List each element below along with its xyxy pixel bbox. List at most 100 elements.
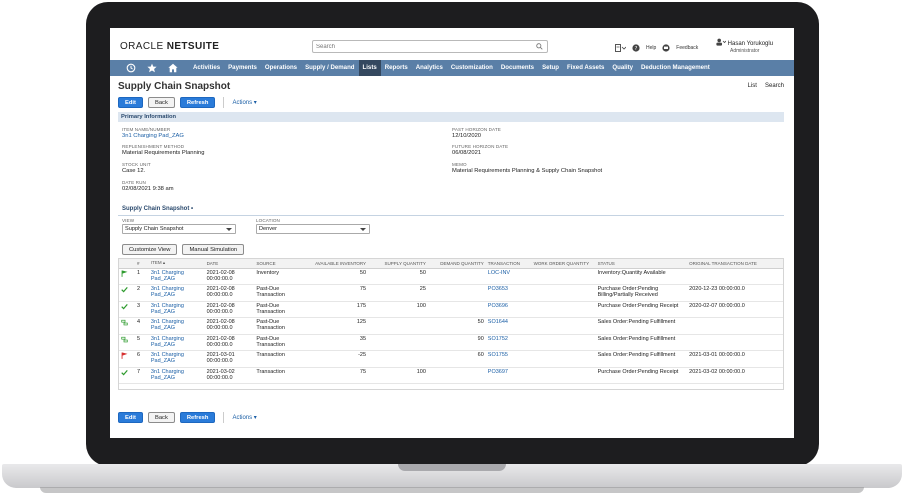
nav-supply-demand[interactable]: Supply / Demand (301, 60, 358, 76)
col-header-original-transaction-date[interactable]: ORIGINAL TRANSACTION DATE (687, 259, 783, 269)
status-cell: Purchase Order:Pending Receipt (595, 367, 688, 384)
future-horizon-label: FUTURE HORIZON DATE (452, 144, 509, 149)
supply-quantity-cell: 100 (368, 301, 428, 318)
list-link[interactable]: List (748, 83, 757, 89)
row-number: 3 (134, 301, 149, 318)
table-row[interactable]: 2 3n1 Charging Pad_ZAG 2021-02-08 00:00:00… (119, 284, 783, 302)
future-horizon-field: FUTURE HORIZON DATE 06/08/2021 (452, 144, 508, 157)
col-header-supply-quantity[interactable]: SUPPLY QUANTITY (368, 259, 428, 269)
nav-operations[interactable]: Operations (261, 60, 301, 76)
primary-information-header[interactable]: Primary Information (118, 112, 784, 122)
table-row[interactable]: 1 3n1 Charging Pad_ZAG 2021-02-08 00:00:00… (119, 268, 783, 285)
table-row[interactable]: 7 3n1 Charging Pad_ZAG 2021-03-02 00:00:00… (119, 367, 783, 384)
table-row[interactable]: 5 3n1 Charging Pad_ZAG 2021-02-08 00:00:00… (119, 334, 783, 351)
back-button-bottom[interactable]: Back (147, 411, 175, 423)
manual-simulation-button[interactable]: Manual Simulation (182, 243, 245, 255)
past-horizon-value: 12/10/2020 (452, 133, 482, 139)
refresh-button[interactable]: Refresh (179, 96, 216, 108)
check-icon (121, 303, 128, 309)
user-menu[interactable]: Hasan Yorukoglu Administrator (716, 38, 773, 54)
user-name: Hasan Yorukoglu (716, 38, 773, 47)
help-icon[interactable]: ? (632, 44, 640, 52)
item-link[interactable]: 3n1 Charging Pad_ZAG (148, 350, 205, 368)
search-input[interactable] (313, 41, 528, 52)
nav-deduction-management[interactable]: Deduction Management (637, 60, 714, 76)
col-header-item[interactable]: ITEM ▴ (148, 259, 205, 269)
col-header-transaction[interactable]: TRANSACTION (485, 259, 532, 269)
source-cell: Transaction (254, 350, 309, 368)
source-cell: Past-Due Transaction (254, 284, 309, 302)
nav-customization[interactable]: Customization (447, 60, 497, 76)
item-link[interactable]: 3n1 Charging Pad_ZAG (148, 317, 205, 335)
demand-quantity-cell: 90 (427, 334, 486, 351)
snapshot-grid: # ITEM ▴ DATE SOURCE AVAILABLE INVENTORY… (118, 258, 784, 390)
back-button[interactable]: Back (147, 96, 175, 108)
global-search[interactable] (312, 40, 548, 53)
table-row[interactable]: 6 3n1 Charging Pad_ZAG 2021-03-01 00:00:00… (119, 350, 783, 368)
table-row[interactable]: 4 3n1 Charging Pad_ZAG 2021-02-08 00:00:00… (119, 317, 783, 335)
search-link[interactable]: Search (765, 83, 784, 89)
available-inventory-cell: 75 (308, 284, 369, 302)
actions-menu-bottom[interactable]: Actions ▾ (232, 414, 256, 421)
nav-payments[interactable]: Payments (224, 60, 261, 76)
original-date-cell: 2020-12-23 00:00:00.0 (687, 284, 783, 302)
nav-reports[interactable]: Reports (381, 60, 412, 76)
item-link[interactable]: 3n1 Charging Pad_ZAG (148, 367, 205, 384)
memo-field: MEMO Material Requirements Planning & Su… (452, 162, 602, 175)
replenishment-label: REPLENISHMENT METHOD (122, 144, 185, 149)
netsuite-logo[interactable]: ORACLE NETSUITE (120, 41, 219, 52)
item-name-link[interactable]: 3n1 Charging Pad_ZAG (122, 133, 184, 140)
edit-button[interactable]: Edit (118, 96, 143, 108)
location-select[interactable]: Denver (256, 224, 370, 234)
item-link[interactable]: 3n1 Charging Pad_ZAG (148, 301, 205, 318)
nav-setup[interactable]: Setup (538, 60, 563, 76)
item-link[interactable]: 3n1 Charging Pad_ZAG (148, 334, 205, 351)
actions-menu[interactable]: Actions ▾ (232, 99, 256, 106)
refresh-button-bottom[interactable]: Refresh (179, 411, 216, 423)
col-header-work-order-quantity[interactable]: WORK ORDER QUANTITY (531, 259, 596, 269)
transaction-link[interactable]: PO3696 (485, 301, 532, 318)
nav-documents[interactable]: Documents (497, 60, 538, 76)
transaction-link[interactable]: PO3697 (485, 367, 532, 384)
user-name-text: Hasan Yorukoglu (727, 41, 774, 47)
transaction-link[interactable]: PO3653 (485, 284, 532, 302)
edit-button-bottom[interactable]: Edit (118, 411, 143, 423)
recent-records-icon[interactable] (615, 43, 626, 53)
work-order-quantity-cell (531, 301, 596, 318)
item-link[interactable]: 3n1 Charging Pad_ZAG (148, 268, 205, 285)
transaction-link[interactable]: SO1755 (485, 350, 532, 368)
page-title: Supply Chain Snapshot (118, 81, 231, 92)
col-header-available-inventory[interactable]: AVAILABLE INVENTORY (308, 259, 369, 269)
logo-oracle: ORACLE (120, 41, 164, 52)
recent-clock-icon[interactable] (126, 63, 136, 73)
col-header-demand-quantity[interactable]: DEMAND QUANTITY (427, 259, 486, 269)
nav-lists[interactable]: Lists (358, 60, 381, 76)
search-icon[interactable] (536, 43, 543, 50)
item-link[interactable]: 3n1 Charging Pad_ZAG (148, 284, 205, 302)
col-header-source[interactable]: SOURCE (254, 259, 309, 269)
nav-fixed-assets[interactable]: Fixed Assets (563, 60, 608, 76)
table-row[interactable]: 3 3n1 Charging Pad_ZAG 2021-02-08 00:00:00… (119, 301, 783, 318)
col-header-number[interactable]: # (134, 259, 149, 269)
transaction-link[interactable]: SO1644 (485, 317, 532, 335)
transaction-link[interactable]: SO1752 (485, 334, 532, 351)
customize-view-button[interactable]: Customize View (122, 243, 178, 255)
status-cell: Sales Order:Pending Fulfillment (595, 350, 688, 368)
feedback-link[interactable]: Feedback (676, 45, 698, 51)
favorites-star-icon[interactable] (147, 63, 157, 73)
nav-quality[interactable]: Quality (608, 60, 637, 76)
col-header-status[interactable]: STATUS (595, 259, 688, 269)
home-icon[interactable] (168, 63, 178, 73)
view-select[interactable]: Supply Chain Snapshot (122, 224, 236, 234)
supply-chain-snapshot-tab[interactable]: Supply Chain Snapshot • (118, 206, 784, 216)
status-cell: Inventory:Quantity Available (595, 268, 688, 285)
location-label: LOCATION (256, 218, 280, 223)
check-icon (121, 286, 128, 293)
col-header-date[interactable]: DATE (204, 259, 255, 269)
help-link[interactable]: Help (646, 45, 656, 51)
feedback-icon[interactable] (662, 44, 670, 52)
transaction-link[interactable]: LOC-INV (485, 268, 532, 285)
nav-activities[interactable]: Activities (189, 60, 224, 76)
replenishment-field: REPLENISHMENT METHOD Material Requiremen… (122, 144, 205, 157)
nav-analytics[interactable]: Analytics (412, 60, 447, 76)
